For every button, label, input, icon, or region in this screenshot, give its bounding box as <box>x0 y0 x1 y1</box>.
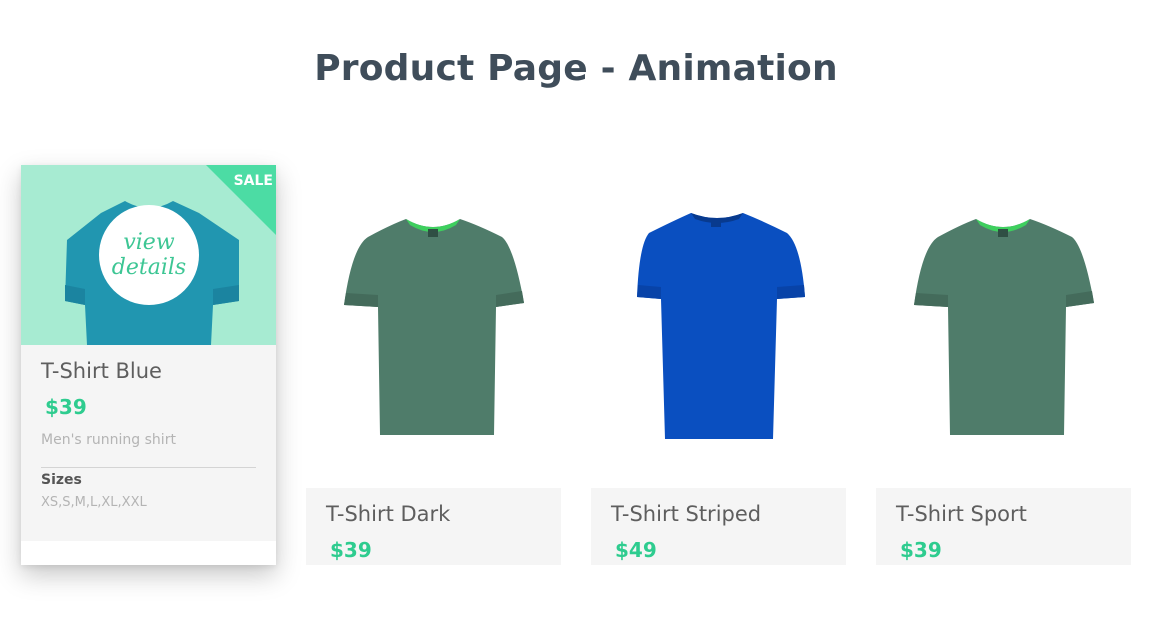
sizes-label: Sizes <box>41 472 82 488</box>
view-details-button[interactable]: view details <box>99 205 199 305</box>
product-card-striped[interactable]: T-Shirt Striped $49 <box>591 165 846 565</box>
product-name[interactable]: T-Shirt Blue <box>41 359 162 383</box>
tshirt-dark-image <box>344 219 524 435</box>
sizes-list: XS,S,M,L,XL,XXL <box>41 495 147 510</box>
product-price: $39 <box>900 538 942 562</box>
product-image-area[interactable] <box>591 165 846 488</box>
product-image-area[interactable]: SALE view details <box>21 165 276 345</box>
product-card-dark[interactable]: T-Shirt Dark $39 <box>306 165 561 565</box>
product-info: T-Shirt Blue $39 Men's running shirt Siz… <box>21 345 276 541</box>
product-image-area[interactable] <box>876 165 1131 488</box>
product-price: $39 <box>45 395 87 419</box>
product-info: T-Shirt Striped $49 <box>591 488 846 565</box>
product-price: $39 <box>330 538 372 562</box>
product-name[interactable]: T-Shirt Striped <box>611 502 761 526</box>
product-info: T-Shirt Sport $39 <box>876 488 1131 565</box>
divider <box>41 467 256 468</box>
tshirt-sport-image <box>914 219 1094 435</box>
product-image-area[interactable] <box>306 165 561 488</box>
view-details-line-1: view <box>123 230 175 255</box>
product-name[interactable]: T-Shirt Dark <box>326 502 450 526</box>
tshirt-striped-image <box>637 213 805 439</box>
product-page: Product Page - Animation SALE view detai… <box>0 0 1149 630</box>
product-description: Men's running shirt <box>41 432 176 448</box>
product-price: $49 <box>615 538 657 562</box>
sale-badge: SALE <box>233 173 273 189</box>
page-title: Product Page - Animation <box>314 48 838 89</box>
product-card-blue[interactable]: SALE view details T-Shirt Blue $39 Men's… <box>21 165 276 565</box>
product-name[interactable]: T-Shirt Sport <box>896 502 1027 526</box>
product-card-sport[interactable]: T-Shirt Sport $39 <box>876 165 1131 565</box>
product-info: T-Shirt Dark $39 <box>306 488 561 565</box>
view-details-line-2: details <box>111 255 187 280</box>
